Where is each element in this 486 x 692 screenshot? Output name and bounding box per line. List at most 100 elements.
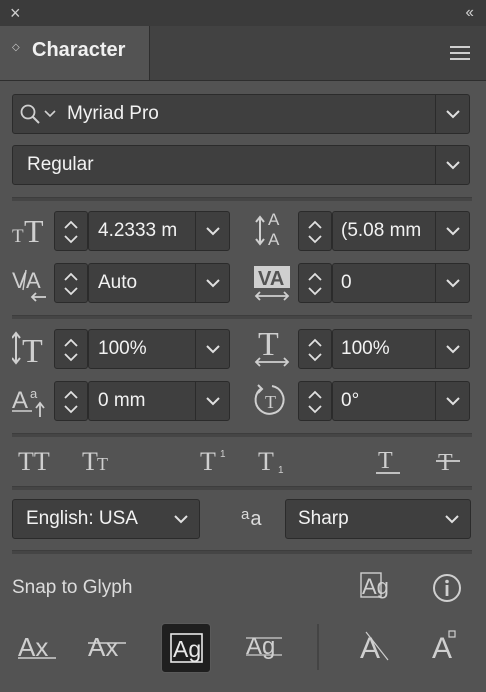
font-family-field[interactable]: Myriad Pro — [12, 94, 470, 134]
tracking-dropdown[interactable] — [435, 264, 469, 302]
svg-text:1: 1 — [220, 449, 226, 460]
section-divider — [12, 550, 472, 554]
snap-glyph-bounds-button[interactable]: Ag — [161, 623, 211, 673]
font-size-icon: T T — [12, 213, 44, 245]
chevron-down-icon — [446, 397, 460, 406]
svg-text:1: 1 — [278, 465, 284, 476]
tracking-field[interactable]: 0 — [332, 263, 470, 303]
font-family-value: Myriad Pro — [67, 103, 159, 124]
chevron-down-icon — [206, 345, 220, 354]
chevron-down-icon — [446, 279, 460, 288]
kerning-field[interactable]: Auto — [88, 263, 230, 303]
rotation-dropdown[interactable] — [435, 382, 469, 420]
kerning-dropdown[interactable] — [195, 264, 229, 302]
snap-anchor-point-icon[interactable]: A — [432, 630, 466, 664]
snap-x-height-icon[interactable]: Ax — [88, 630, 128, 664]
font-size-stepper[interactable] — [54, 211, 88, 251]
svg-text:a: a — [30, 386, 38, 401]
svg-text:T: T — [82, 447, 98, 476]
chevron-down-icon — [206, 279, 220, 288]
font-size-value: 4.2333 m — [98, 220, 178, 241]
horizontal-scale-dropdown[interactable] — [435, 330, 469, 368]
font-style-field[interactable]: Regular — [12, 145, 470, 185]
tab-character[interactable]: ◇ Character — [0, 26, 150, 80]
leading-icon: A A — [255, 210, 280, 248]
vertical-scale-stepper[interactable] — [54, 329, 88, 369]
stepper-arrows-icon — [308, 220, 322, 244]
leading-value: (5.08 mm — [341, 220, 422, 241]
vertical-scale-field[interactable]: 100% — [88, 329, 230, 369]
tracking-value: 0 — [341, 272, 352, 293]
font-style-dropdown[interactable] — [435, 146, 469, 184]
strikethrough-icon[interactable]: T — [436, 446, 466, 476]
character-rotation-icon: T — [254, 384, 285, 415]
svg-text:TT: TT — [18, 447, 50, 476]
antialias-dropdown[interactable]: Sharp — [285, 499, 471, 539]
svg-text:T: T — [22, 333, 43, 365]
stepper-arrows-icon — [64, 272, 78, 296]
chevron-down-icon — [174, 515, 188, 524]
svg-text:Ax: Ax — [88, 632, 118, 662]
font-size-dropdown[interactable] — [195, 212, 229, 250]
stepper-arrows-icon — [64, 220, 78, 244]
baseline-shift-field[interactable]: 0 mm — [88, 381, 230, 421]
collapse-panel-icon[interactable]: ‹‹ — [465, 4, 474, 22]
svg-text:T: T — [258, 327, 279, 363]
svg-text:T: T — [438, 450, 453, 476]
svg-text:Ag: Ag — [246, 633, 275, 660]
font-family-dropdown[interactable] — [435, 95, 469, 133]
svg-text:A: A — [268, 230, 280, 248]
chevron-down-icon — [446, 110, 460, 119]
baseline-shift-stepper[interactable] — [54, 381, 88, 421]
subscript-icon[interactable]: T 1 — [258, 446, 298, 476]
svg-text:T: T — [24, 213, 44, 245]
section-divider — [12, 197, 472, 201]
svg-text:Ag: Ag — [173, 636, 201, 662]
baseline-shift-dropdown[interactable] — [195, 382, 229, 420]
baseline-shift-icon: A a — [12, 386, 45, 417]
svg-text:T: T — [258, 447, 274, 476]
tracking-stepper[interactable] — [298, 263, 332, 303]
info-icon[interactable] — [432, 572, 464, 604]
tab-reorder-icon: ◇ — [12, 42, 20, 53]
search-icon — [20, 104, 56, 124]
glyph-icon[interactable]: Ag — [360, 572, 396, 604]
section-divider — [12, 486, 472, 490]
chevron-down-icon — [446, 345, 460, 354]
language-dropdown[interactable]: English: USA — [12, 499, 200, 539]
leading-field[interactable]: (5.08 mm — [332, 211, 470, 251]
close-icon[interactable]: × — [10, 3, 21, 23]
rotation-stepper[interactable] — [298, 381, 332, 421]
panel-menu-icon[interactable] — [450, 46, 470, 60]
tracking-icon: VA — [254, 266, 290, 301]
horizontal-scale-stepper[interactable] — [298, 329, 332, 369]
chevron-down-icon — [206, 397, 220, 406]
svg-text:VA: VA — [258, 268, 284, 290]
font-size-field[interactable]: 4.2333 m — [88, 211, 230, 251]
svg-text:Ag: Ag — [362, 574, 389, 599]
snap-angular-guides-icon[interactable]: A — [360, 630, 394, 664]
vertical-scale-dropdown[interactable] — [195, 330, 229, 368]
section-divider — [12, 315, 472, 319]
snap-baseline-icon[interactable]: Ax — [18, 630, 58, 664]
leading-dropdown[interactable] — [435, 212, 469, 250]
stepper-arrows-icon — [308, 390, 322, 414]
chevron-down-icon — [446, 161, 460, 170]
kerning-stepper[interactable] — [54, 263, 88, 303]
rotation-field[interactable]: 0° — [332, 381, 470, 421]
all-caps-icon[interactable]: TT — [18, 446, 58, 476]
horizontal-scale-field[interactable]: 100% — [332, 329, 470, 369]
underline-icon[interactable]: T — [376, 446, 406, 476]
section-divider — [12, 433, 472, 437]
chevron-down-icon — [446, 227, 460, 236]
svg-text:A: A — [12, 387, 28, 414]
snap-to-glyph-label: Snap to Glyph — [12, 577, 133, 598]
stepper-arrows-icon — [308, 272, 322, 296]
leading-stepper[interactable] — [298, 211, 332, 251]
superscript-icon[interactable]: T 1 — [200, 446, 240, 476]
stepper-arrows-icon — [308, 338, 322, 362]
stepper-arrows-icon — [64, 390, 78, 414]
snap-proximity-guides-icon[interactable]: Ag — [246, 630, 286, 664]
small-caps-icon[interactable]: T T — [82, 446, 122, 476]
vertical-scale-icon: T — [12, 331, 43, 365]
